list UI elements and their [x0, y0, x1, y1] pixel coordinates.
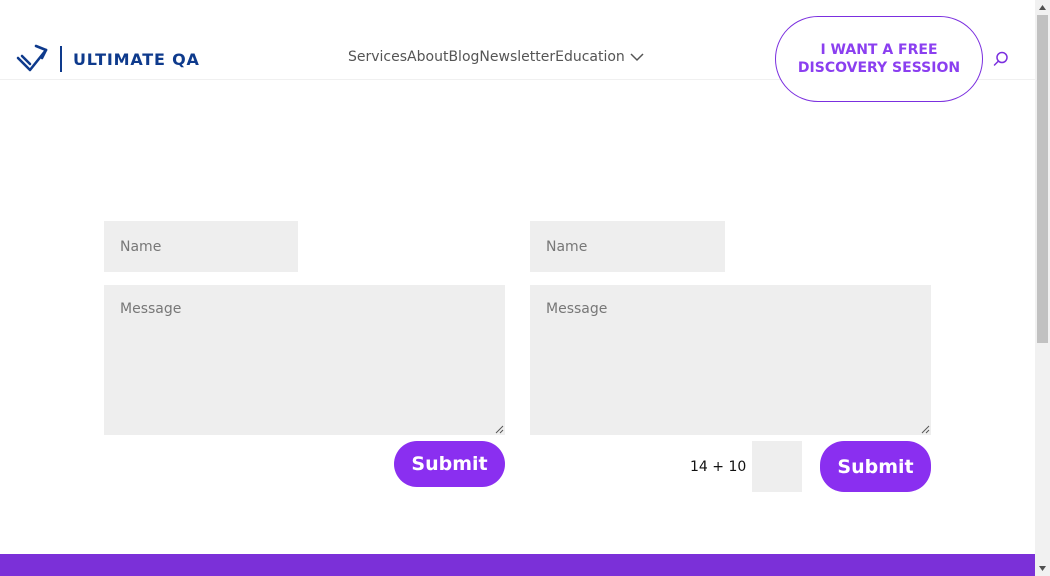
- logo-text: ULTIMATE QA: [73, 49, 200, 69]
- left-submit-button[interactable]: Submit: [394, 441, 505, 487]
- right-submit-button[interactable]: Submit: [820, 441, 931, 492]
- scroll-down-button[interactable]: [1035, 561, 1050, 576]
- nav-education[interactable]: Education: [555, 49, 625, 65]
- site-logo[interactable]: ULTIMATE QA: [16, 44, 200, 74]
- search-icon[interactable]: [993, 51, 1009, 67]
- nav-about[interactable]: About: [407, 49, 448, 65]
- left-name-input[interactable]: [104, 221, 298, 272]
- logo-divider: [60, 46, 62, 72]
- page-scrollbar[interactable]: [1035, 0, 1050, 576]
- arrow-up-icon: [1039, 5, 1046, 10]
- nav-newsletter[interactable]: Newsletter: [479, 49, 555, 65]
- main-nav: Services About Blog Newsletter Education: [348, 49, 644, 65]
- footer-band: [0, 554, 1035, 576]
- site-header: ULTIMATE QA Services About Blog Newslett…: [0, 0, 1035, 102]
- resize-grip-icon[interactable]: [495, 425, 504, 434]
- resize-grip-icon[interactable]: [921, 425, 930, 434]
- discovery-session-button[interactable]: I WANT A FREE DISCOVERY SESSION: [775, 16, 983, 102]
- left-message-textarea[interactable]: [104, 285, 505, 435]
- right-name-input[interactable]: [530, 221, 725, 272]
- scroll-thumb[interactable]: [1037, 15, 1048, 343]
- arrow-down-icon: [1039, 566, 1046, 571]
- chevron-down-icon[interactable]: [630, 52, 644, 62]
- nav-services[interactable]: Services: [348, 49, 407, 65]
- captcha-answer-input[interactable]: [752, 441, 802, 492]
- right-message-textarea[interactable]: [530, 285, 931, 435]
- checkmark-logo-icon: [16, 44, 48, 72]
- nav-blog[interactable]: Blog: [448, 49, 479, 65]
- scroll-up-button[interactable]: [1035, 0, 1050, 15]
